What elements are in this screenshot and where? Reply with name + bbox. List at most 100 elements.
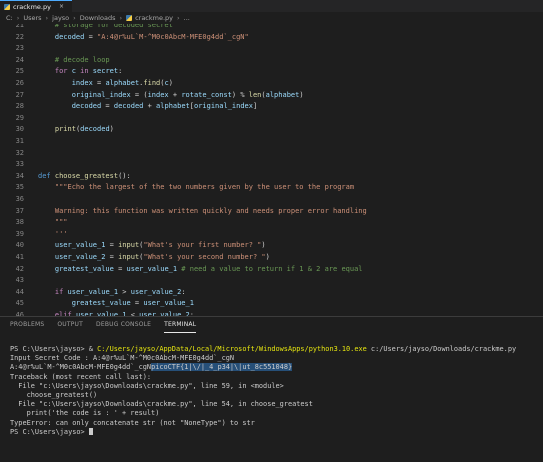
code-line[interactable]: 27 original_index = (index + rotate_cons… <box>0 90 543 102</box>
code-line[interactable]: 26 index = alphabet.find(c) <box>0 78 543 90</box>
code-token: ) <box>299 90 304 99</box>
terminal-prompt: PS C:\Users\jayso> <box>10 427 89 436</box>
code-line[interactable]: 29 <box>0 113 543 125</box>
tab-debug-console[interactable]: DEBUG CONSOLE <box>96 321 151 333</box>
tab-terminal[interactable]: TERMINAL <box>164 321 197 333</box>
code-line[interactable]: 39 ''' <box>0 229 543 241</box>
chevron-right-icon: › <box>119 14 123 22</box>
code-line[interactable]: 40 user_value_1 = input("What's your fir… <box>0 240 543 252</box>
code-text: """Echo the largest of the two numbers g… <box>38 182 354 194</box>
code-token: = <box>84 32 98 41</box>
code-token: = <box>130 299 144 308</box>
line-number: 36 <box>15 195 24 203</box>
code-token: "A:4@r%uL`M-^M0c0AbcM-MFE0g4dd`_cgN" <box>97 32 249 41</box>
line-number: 23 <box>15 44 24 53</box>
code-token: ) <box>265 253 270 261</box>
terminal-line: Input Secret Code : A:4@r%uL`M-^M0c0AbcM… <box>10 354 235 363</box>
line-number: 31 <box>15 137 24 145</box>
code-token: "What's your second number? " <box>143 253 266 261</box>
code-token: input <box>118 241 140 250</box>
code-text: decoded = decoded + alphabet[original_in… <box>38 101 258 113</box>
code-line[interactable]: 35 """Echo the largest of the two number… <box>0 182 543 194</box>
code-token: ) <box>168 79 173 87</box>
line-number: 25 <box>15 67 24 76</box>
code-text: index = alphabet.find(c) <box>38 78 173 90</box>
code-line[interactable]: 31 <box>0 136 543 148</box>
code-text: print(decoded) <box>38 124 114 136</box>
code-line[interactable]: 45 greatest_value = user_value_1 <box>0 298 543 310</box>
tab-output[interactable]: OUTPUT <box>57 321 83 333</box>
code-token: = <box>105 241 119 250</box>
code-token: # storage for decoded secret <box>38 24 173 29</box>
code-token: + <box>143 102 157 111</box>
terminal-cursor <box>88 428 93 436</box>
code-text: """ <box>38 217 68 229</box>
code-line[interactable]: 28 decoded = decoded + alphabet[original… <box>0 101 543 113</box>
code-line[interactable]: 33 <box>0 159 543 171</box>
code-token: in <box>75 67 93 76</box>
tab-problems[interactable]: PROBLEMS <box>10 321 44 333</box>
code-line[interactable]: 25 for c in secret: <box>0 66 543 78</box>
code-token: decoded <box>113 102 144 111</box>
terminal-line: PS C:\Users\jayso> & C:/Users/jayso/AppD… <box>10 345 540 354</box>
breadcrumb-item[interactable]: jayso <box>52 14 69 22</box>
code-line[interactable]: 22 decoded = "A:4@r%uL`M-^M0c0AbcM-MFE0g… <box>0 32 543 44</box>
close-icon[interactable]: × <box>59 3 64 10</box>
line-number: 32 <box>15 148 24 157</box>
code-editor[interactable]: 21 # storage for decoded secret 22 decode… <box>0 24 543 316</box>
breadcrumb-item[interactable]: ... <box>184 14 190 22</box>
code-line[interactable]: 36 <box>0 194 543 206</box>
panel-tab-bar: PROBLEMS OUTPUT DEBUG CONSOLE TERMINAL <box>10 321 209 333</box>
line-number: 38 <box>15 218 24 227</box>
tab-crackme[interactable]: crackme.py × <box>0 0 72 12</box>
code-line[interactable]: 30 print(decoded) <box>0 124 543 136</box>
terminal-line: print('the code is : ' + result) <box>10 409 160 418</box>
code-token: for <box>38 67 72 76</box>
line-number: 24 <box>15 55 24 64</box>
code-text: user_value_2 = input("What's your second… <box>38 252 270 264</box>
code-token: original_index <box>38 90 131 99</box>
code-line[interactable]: 37 Warning: this function was written qu… <box>0 206 543 218</box>
code-token: index <box>38 79 93 87</box>
code-text: greatest_value = user_value_1 <box>38 298 194 310</box>
code-token: secret <box>92 67 119 76</box>
breadcrumb-item[interactable]: Downloads <box>80 14 116 22</box>
code-text: original_index = (index + rotate_const) … <box>38 90 304 102</box>
line-number: 26 <box>15 79 24 87</box>
selected-flag-text: picoCTF{1|\/|_4_p34|\|ut_8c551048} <box>151 363 293 372</box>
code-token: greatest_value <box>38 299 131 308</box>
code-line[interactable]: 21 # storage for decoded secret <box>0 24 543 32</box>
line-number: 21 <box>15 24 24 29</box>
code-token: : <box>181 287 186 296</box>
breadcrumb-item[interactable]: Users <box>23 14 41 22</box>
code-token: decoded <box>80 125 110 134</box>
code-token: alphabet <box>265 90 300 99</box>
code-line[interactable]: 41 user_value_2 = input("What's your sec… <box>0 252 543 264</box>
chevron-right-icon: › <box>16 14 20 22</box>
line-number: 30 <box>15 125 24 134</box>
code-token: # decode loop <box>38 55 110 64</box>
code-line[interactable]: 44 if user_value_1 > user_value_2: <box>0 287 543 299</box>
code-line[interactable]: 43 <box>0 275 543 287</box>
code-token: "What's your first number? " <box>143 241 262 250</box>
breadcrumb-item[interactable]: C: <box>6 14 13 22</box>
code-token: user_value_2 <box>38 253 106 261</box>
code-line[interactable]: 38 """ <box>0 217 543 229</box>
code-line[interactable]: 42 greatest_value = user_value_1 # need … <box>0 264 543 276</box>
code-text: def choose_greatest(): <box>38 171 131 183</box>
bottom-panel: PROBLEMS OUTPUT DEBUG CONSOLE TERMINAL P… <box>0 316 543 462</box>
code-token: user_value_2 <box>130 287 182 296</box>
code-token: index <box>147 90 169 99</box>
breadcrumb-item[interactable]: crackme.py <box>135 14 173 22</box>
code-token: ) % <box>231 90 249 99</box>
code-line[interactable]: 32 <box>0 148 543 160</box>
line-number: 42 <box>15 264 24 273</box>
code-line[interactable]: 23 <box>0 43 543 55</box>
code-token: Warning: this function was written quick… <box>38 206 367 215</box>
terminal-output[interactable]: PS C:\Users\jayso> & C:/Users/jayso/AppD… <box>10 345 540 437</box>
code-token: def <box>38 171 55 180</box>
code-token: decoded <box>38 102 102 111</box>
code-token: len <box>248 90 262 99</box>
code-line[interactable]: 24 # decode loop <box>0 55 543 67</box>
code-line[interactable]: 34 def choose_greatest(): <box>0 171 543 183</box>
